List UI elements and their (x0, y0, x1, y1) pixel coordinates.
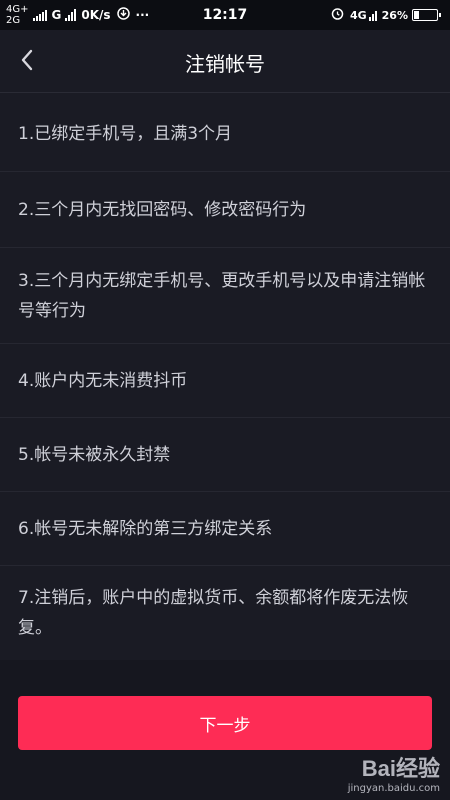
page-header: 注销帐号 (0, 30, 450, 93)
condition-text: 6.帐号无未解除的第三方绑定关系 (18, 518, 273, 539)
signal-icon-3 (368, 9, 378, 21)
next-step-button[interactable]: 下一步 (18, 696, 432, 750)
condition-text: 7.注销后，账户中的虚拟货币、余额都将作废无法恢复。 (18, 588, 409, 638)
watermark-url: jingyan.baidu.com (347, 783, 440, 794)
condition-item: 5.帐号未被永久封禁 (0, 418, 450, 492)
condition-item: 4.账户内无未消费抖币 (0, 344, 450, 418)
condition-item: 2.三个月内无找回密码、修改密码行为 (0, 172, 450, 248)
status-bar: 4G+ 2G G 0K/s ··· 12:17 4G 26% (0, 0, 450, 30)
alarm-icon (331, 7, 344, 23)
footer: 下一步 Bai经验 jingyan.baidu.com (0, 660, 450, 800)
condition-item: 7.注销后，账户中的虚拟货币、余额都将作废无法恢复。 (0, 566, 450, 660)
conditions-list: 1.已绑定手机号，且满3个月 2.三个月内无找回密码、修改密码行为 3.三个月内… (0, 96, 450, 660)
condition-item: 1.已绑定手机号，且满3个月 (0, 96, 450, 172)
status-right: 4G 26% (331, 1, 441, 29)
watermark: Bai经验 jingyan.baidu.com (348, 751, 440, 794)
battery-percent: 26% (381, 8, 408, 22)
condition-text: 2.三个月内无找回密码、修改密码行为 (18, 199, 307, 220)
page-title: 注销帐号 (185, 52, 265, 76)
watermark-logo: Bai经验 (361, 756, 440, 781)
right-network-label: 4G (349, 8, 367, 22)
condition-item: 6.帐号无未解除的第三方绑定关系 (0, 492, 450, 566)
condition-text: 5.帐号未被永久封禁 (18, 444, 171, 465)
battery-icon (412, 9, 441, 21)
condition-text: 4.账户内无未消费抖币 (18, 370, 188, 391)
condition-item: 3.三个月内无绑定手机号、更改手机号以及申请注销帐号等行为 (0, 248, 450, 344)
condition-text: 1.已绑定手机号，且满3个月 (18, 123, 233, 144)
condition-text: 3.三个月内无绑定手机号、更改手机号以及申请注销帐号等行为 (18, 270, 426, 321)
